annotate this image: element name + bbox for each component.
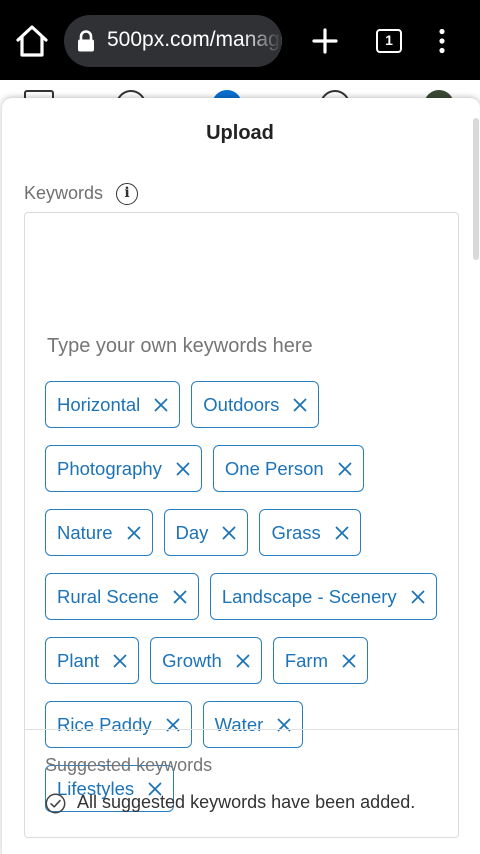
check-circle-icon bbox=[45, 793, 66, 814]
url-fade bbox=[242, 15, 282, 67]
keyword-chip[interactable]: Day bbox=[163, 509, 249, 556]
remove-keyword-close-icon[interactable] bbox=[342, 654, 356, 668]
more-vert-icon[interactable] bbox=[434, 28, 450, 54]
keyword-chip-label: Day bbox=[175, 521, 209, 543]
keyword-chip-label: Rural Scene bbox=[57, 585, 159, 607]
modal-title: Upload bbox=[206, 122, 274, 144]
keyword-chip-label: One Person bbox=[224, 457, 324, 479]
remove-keyword-close-icon[interactable] bbox=[335, 526, 349, 540]
browser-toolbar: 500px.com/manage 1 bbox=[0, 0, 480, 80]
remove-keyword-close-icon[interactable] bbox=[222, 526, 236, 540]
keyword-chip[interactable]: Growth bbox=[150, 637, 262, 684]
keyword-chip-label: Horizontal bbox=[57, 393, 141, 415]
info-icon[interactable]: i bbox=[116, 183, 138, 205]
new-tab-plus-icon[interactable] bbox=[312, 28, 338, 54]
suggested-keywords-message: All suggested keywords have been added. bbox=[77, 792, 416, 812]
suggested-keywords-label: Suggested keywords bbox=[45, 755, 213, 775]
remove-keyword-close-icon[interactable] bbox=[293, 398, 307, 412]
remove-keyword-close-icon[interactable] bbox=[338, 462, 352, 476]
keyword-chip-label: Outdoors bbox=[203, 393, 280, 415]
remove-keyword-close-icon[interactable] bbox=[411, 590, 425, 604]
scrollbar[interactable] bbox=[473, 118, 479, 260]
remove-keyword-close-icon[interactable] bbox=[154, 398, 168, 412]
keyword-chip[interactable]: Farm bbox=[272, 637, 368, 684]
keyword-chip[interactable]: Horizontal bbox=[45, 381, 181, 428]
remove-keyword-close-icon[interactable] bbox=[127, 526, 141, 540]
address-bar[interactable]: 500px.com/manage bbox=[64, 15, 282, 67]
keyword-chip[interactable]: Nature bbox=[45, 509, 153, 556]
keyword-chip[interactable]: Photography bbox=[45, 445, 202, 492]
remove-keyword-close-icon[interactable] bbox=[176, 462, 190, 476]
keywords-label: Keywords bbox=[24, 183, 104, 203]
tab-switcher-button[interactable]: 1 bbox=[376, 29, 402, 53]
remove-keyword-close-icon[interactable] bbox=[173, 590, 187, 604]
keyword-chip-label: Growth bbox=[162, 649, 222, 671]
home-icon[interactable] bbox=[14, 24, 50, 58]
keyword-chip[interactable]: Rural Scene bbox=[45, 573, 199, 620]
keyword-chip-label: Landscape - Scenery bbox=[221, 585, 397, 607]
lock-icon bbox=[78, 30, 94, 52]
keyword-chip[interactable]: One Person bbox=[212, 445, 364, 492]
keyword-chip-list: Horizontal Outdoors Photography One Person N… bbox=[45, 381, 441, 812]
remove-keyword-close-icon[interactable] bbox=[113, 654, 127, 668]
keyword-chip[interactable]: Outdoors bbox=[191, 381, 320, 428]
keyword-chip[interactable]: Plant bbox=[45, 637, 140, 684]
remove-keyword-close-icon[interactable] bbox=[236, 654, 250, 668]
keyword-chip-label: Water bbox=[214, 713, 264, 735]
keyword-chip-label: Grass bbox=[271, 521, 321, 543]
upload-modal: Upload Keywords i Horizontal Outdoors Phot… bbox=[2, 98, 480, 854]
keywords-box: Horizontal Outdoors Photography One Person N… bbox=[24, 212, 459, 838]
keyword-input[interactable] bbox=[47, 335, 427, 358]
keyword-chip[interactable]: Rice Paddy bbox=[45, 701, 192, 748]
keyword-chip-label: Nature bbox=[57, 521, 113, 543]
keyword-chip-label: Farm bbox=[284, 649, 328, 671]
keyword-chip[interactable]: Grass bbox=[259, 509, 361, 556]
keyword-chip-label: Plant bbox=[57, 649, 100, 671]
keyword-chip[interactable]: Landscape - Scenery bbox=[209, 573, 437, 620]
keyword-chip-label: Rice Paddy bbox=[57, 713, 152, 735]
keyword-chip[interactable]: Water bbox=[202, 701, 304, 748]
keyword-chip-label: Photography bbox=[57, 457, 162, 479]
divider bbox=[25, 729, 458, 730]
